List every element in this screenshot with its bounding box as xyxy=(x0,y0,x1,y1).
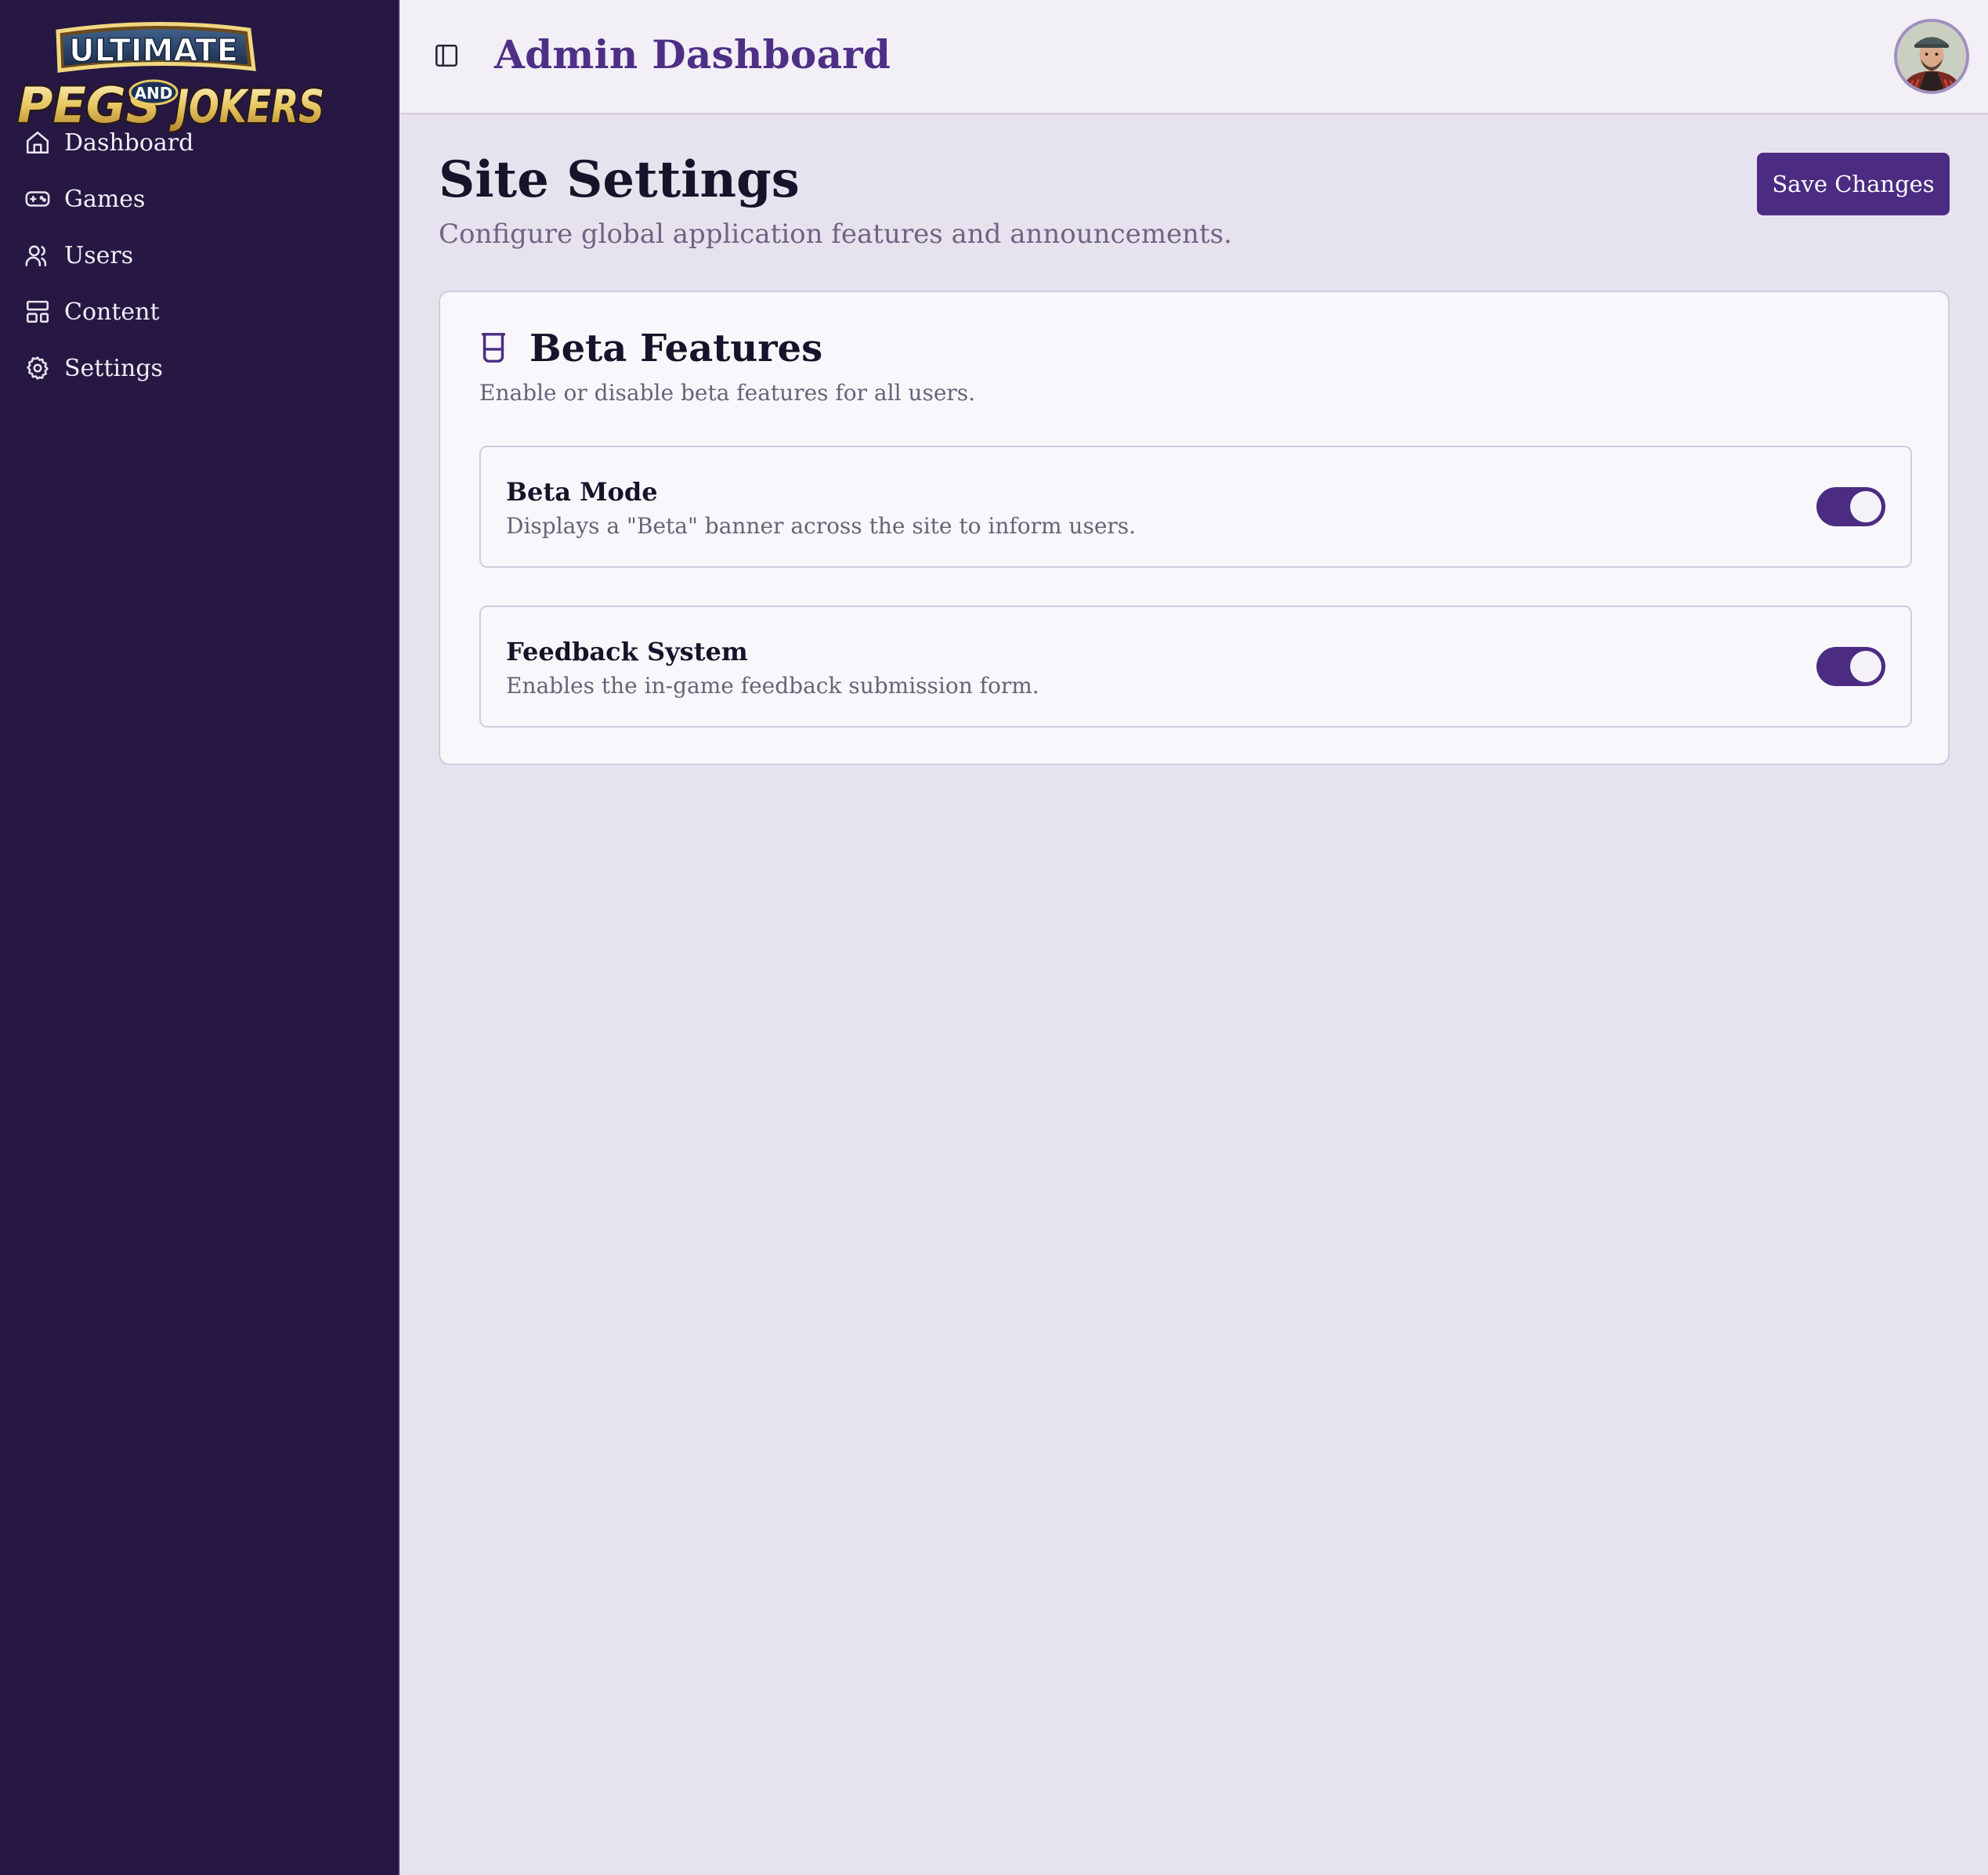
sidebar-nav: Dashboard Games Users Content Settings xyxy=(0,114,399,396)
save-changes-button[interactable]: Save Changes xyxy=(1757,153,1950,215)
panel-left-icon[interactable] xyxy=(433,42,460,69)
gamepad-icon xyxy=(24,186,51,212)
sidebar-item-label: Users xyxy=(64,241,134,269)
sidebar-item-label: Content xyxy=(64,298,160,326)
gear-icon xyxy=(24,355,51,381)
sidebar: ULTIMATE PEGS AND JOKERS Dashboard Games… xyxy=(0,0,399,1875)
beta-features-card: Beta Features Enable or disable beta fea… xyxy=(439,291,1950,765)
setting-row-feedback-system: Feedback System Enables the in-game feed… xyxy=(479,605,1912,728)
sidebar-item-users[interactable]: Users xyxy=(0,227,399,284)
page-title: Site Settings xyxy=(439,150,800,209)
card-subtitle: Enable or disable beta features for all … xyxy=(479,380,976,406)
layout-icon xyxy=(24,298,51,325)
header-title: Admin Dashboard xyxy=(494,31,891,78)
sidebar-item-dashboard[interactable]: Dashboard xyxy=(0,114,399,171)
home-icon xyxy=(24,129,51,156)
sidebar-item-label: Settings xyxy=(64,354,163,382)
logo-mid-text: AND xyxy=(135,84,173,103)
beaker-icon xyxy=(481,333,506,363)
sidebar-item-label: Dashboard xyxy=(64,128,194,157)
sidebar-item-content[interactable]: Content xyxy=(0,284,399,340)
setting-description: Displays a "Beta" banner across the site… xyxy=(506,513,1137,539)
top-header: Admin Dashboard xyxy=(400,0,1988,114)
setting-label: Beta Mode xyxy=(506,477,658,507)
toggle-knob xyxy=(1850,491,1881,522)
user-avatar[interactable] xyxy=(1894,19,1969,94)
setting-description: Enables the in-game feedback submission … xyxy=(506,673,1039,699)
beta-mode-toggle[interactable] xyxy=(1816,487,1885,526)
feedback-system-toggle[interactable] xyxy=(1816,647,1885,686)
page-subtitle: Configure global application features an… xyxy=(439,219,1232,250)
users-icon xyxy=(24,242,51,269)
avatar-image xyxy=(1897,22,1966,91)
app-root: ULTIMATE PEGS AND JOKERS Dashboard Games… xyxy=(0,0,1988,1875)
setting-label: Feedback System xyxy=(506,637,748,667)
sidebar-item-games[interactable]: Games xyxy=(0,171,399,227)
setting-row-beta-mode: Beta Mode Displays a "Beta" banner acros… xyxy=(479,446,1912,568)
sidebar-item-label: Games xyxy=(64,185,146,213)
card-title: Beta Features xyxy=(530,327,823,370)
toggle-knob xyxy=(1850,651,1881,682)
sidebar-item-settings[interactable]: Settings xyxy=(0,340,399,396)
logo-top-text: ULTIMATE xyxy=(69,33,238,69)
